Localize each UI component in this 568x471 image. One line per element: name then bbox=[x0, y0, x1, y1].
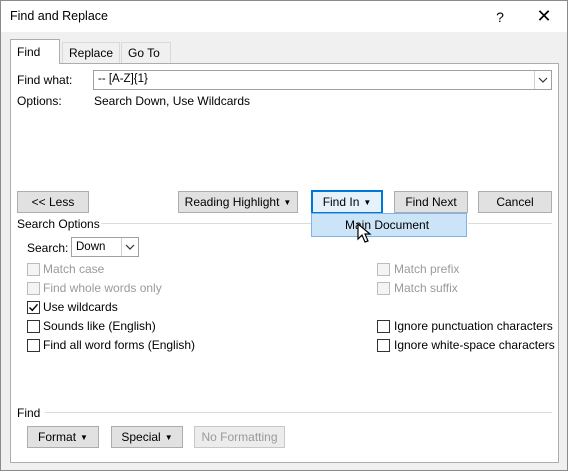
find-in-button[interactable]: Find In ▼ bbox=[311, 190, 383, 214]
whole-words-checkbox[interactable] bbox=[27, 282, 40, 295]
divider bbox=[45, 412, 552, 413]
tab-replace[interactable]: Replace bbox=[62, 42, 120, 63]
find-what-label: Find what: bbox=[17, 73, 73, 87]
tab-find[interactable]: Find bbox=[10, 39, 60, 64]
find-replace-dialog: Find and Replace ? ✕ Find Replace Go To … bbox=[0, 0, 568, 471]
match-suffix-checkbox[interactable] bbox=[377, 282, 390, 295]
help-button[interactable]: ? bbox=[477, 1, 523, 32]
mouse-pointer-icon bbox=[357, 223, 372, 243]
match-case-label: Match case bbox=[43, 262, 105, 276]
word-forms-label: Find all word forms (English) bbox=[43, 338, 196, 352]
tab-goto-label: Go To bbox=[128, 46, 160, 60]
title-bar: Find and Replace ? ✕ bbox=[1, 1, 567, 32]
caret-down-icon: ▼ bbox=[283, 197, 292, 207]
find-in-menu: Main Document bbox=[311, 213, 467, 237]
divider bbox=[468, 223, 552, 224]
search-direction-label: Search: bbox=[27, 241, 69, 255]
ignore-whitespace-checkbox[interactable] bbox=[377, 339, 390, 352]
tab-find-label: Find bbox=[17, 45, 41, 59]
sounds-like-checkbox[interactable] bbox=[27, 320, 40, 333]
whole-words-label: Find whole words only bbox=[43, 281, 162, 295]
find-next-button[interactable]: Find Next bbox=[394, 191, 468, 213]
less-button-label: << Less bbox=[31, 195, 75, 209]
caret-down-icon: ▼ bbox=[363, 197, 372, 207]
find-section-title: Find bbox=[17, 406, 41, 420]
word-forms-checkbox[interactable] bbox=[27, 339, 40, 352]
tab-replace-label: Replace bbox=[69, 46, 114, 60]
window-title: Find and Replace bbox=[10, 9, 108, 23]
search-options-title: Search Options bbox=[17, 217, 100, 231]
use-wildcards-checkbox[interactable] bbox=[27, 301, 40, 314]
options-value: Search Down, Use Wildcards bbox=[94, 94, 251, 108]
cancel-label: Cancel bbox=[496, 195, 534, 209]
less-button[interactable]: << Less bbox=[17, 191, 89, 213]
match-case-checkbox[interactable] bbox=[27, 263, 40, 276]
format-label: Format bbox=[38, 430, 77, 444]
ignore-whitespace-label: Ignore white-space characters bbox=[394, 338, 555, 352]
cancel-button[interactable]: Cancel bbox=[478, 191, 552, 213]
checkmark-icon bbox=[29, 303, 39, 312]
use-wildcards-label: Use wildcards bbox=[43, 300, 118, 314]
reading-highlight-label: Reading Highlight bbox=[184, 195, 280, 209]
search-direction-value: Down bbox=[76, 241, 106, 253]
ignore-punctuation-label: Ignore punctuation characters bbox=[394, 319, 553, 333]
format-button[interactable]: Format ▼ bbox=[27, 426, 99, 448]
chevron-down-icon[interactable] bbox=[121, 238, 138, 256]
chevron-down-icon[interactable] bbox=[534, 71, 551, 89]
sounds-like-label: Sounds like (English) bbox=[43, 319, 156, 333]
special-button[interactable]: Special ▼ bbox=[111, 426, 183, 448]
no-formatting-button[interactable]: No Formatting bbox=[194, 426, 285, 448]
options-label: Options: bbox=[17, 94, 62, 108]
caret-down-icon: ▼ bbox=[164, 432, 173, 442]
find-next-label: Find Next bbox=[405, 195, 457, 209]
search-direction-select[interactable]: Down bbox=[71, 237, 139, 257]
reading-highlight-button[interactable]: Reading Highlight ▼ bbox=[178, 191, 298, 213]
match-suffix-label: Match suffix bbox=[394, 281, 458, 295]
find-in-label: Find In bbox=[322, 195, 360, 209]
divider bbox=[101, 223, 311, 224]
find-what-input[interactable]: -- [A-Z]{1} bbox=[93, 70, 552, 90]
match-prefix-label: Match prefix bbox=[394, 262, 460, 276]
match-prefix-checkbox[interactable] bbox=[377, 263, 390, 276]
special-label: Special bbox=[121, 430, 161, 444]
find-what-value: -- [A-Z]{1} bbox=[98, 73, 148, 85]
no-formatting-label: No Formatting bbox=[201, 430, 278, 444]
caret-down-icon: ▼ bbox=[80, 432, 88, 442]
tab-goto[interactable]: Go To bbox=[121, 42, 171, 63]
close-button[interactable]: ✕ bbox=[521, 1, 567, 32]
ignore-punctuation-checkbox[interactable] bbox=[377, 320, 390, 333]
